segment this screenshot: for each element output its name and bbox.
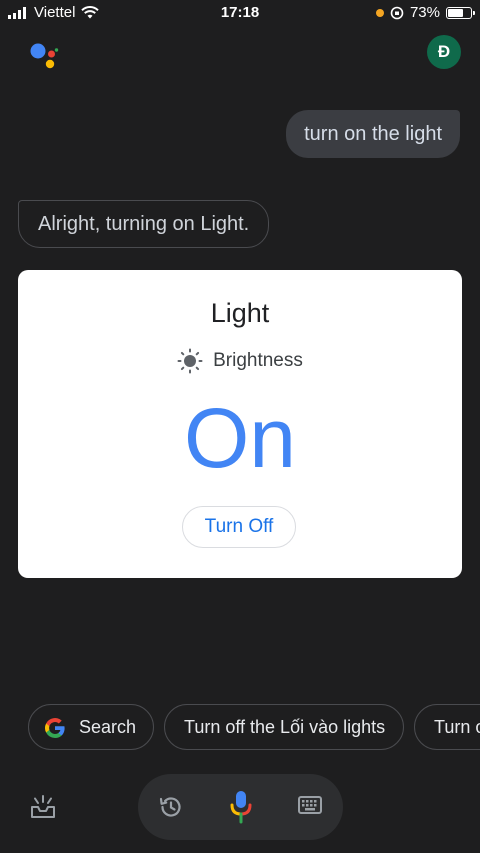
history-icon[interactable]	[158, 794, 184, 820]
keyboard-icon[interactable]	[298, 796, 322, 814]
brightness-sun-icon	[177, 348, 203, 374]
search-chip[interactable]: Search	[28, 704, 154, 750]
google-assistant-logo-icon	[30, 43, 59, 69]
brightness-label: Brightness	[213, 350, 303, 371]
status-bar: Viettel 17:18 73%	[0, 0, 480, 26]
suggestion-chip-label: Turn o	[434, 717, 480, 737]
suggestion-chip-label: Turn off the Lối vào lights	[184, 717, 386, 737]
device-name: Light	[210, 298, 270, 328]
microphone-in-use-indicator	[375, 8, 384, 17]
rotation-lock-icon	[390, 6, 404, 19]
battery-percent: 73%	[409, 4, 440, 21]
turn-off-button[interactable]: Turn Off	[182, 506, 296, 548]
status-right: 73%	[375, 4, 475, 21]
snapshot-inbox-icon[interactable]	[30, 794, 56, 820]
device-control-card: Light Brightness On Turn Off	[18, 270, 462, 578]
assistant-reply-bubble: Alright, turning on Light.	[18, 200, 270, 248]
brightness-row: Brightness	[18, 348, 462, 374]
user-query-bubble[interactable]: turn on the light	[286, 110, 460, 158]
device-state: On	[183, 391, 297, 485]
account-avatar[interactable]: Đ	[427, 35, 461, 69]
suggestion-chip[interactable]: Turn o	[414, 704, 480, 750]
search-chip-label: Search	[79, 717, 137, 737]
google-g-icon	[45, 718, 65, 738]
suggestion-chips: Search Turn off the Lối vào lights Turn …	[28, 704, 480, 752]
assistant-input-bar	[138, 774, 343, 840]
battery-icon	[446, 6, 475, 19]
microphone-icon[interactable]	[229, 789, 253, 825]
suggestion-chip[interactable]: Turn off the Lối vào lights	[164, 704, 404, 750]
battery-fill	[448, 8, 463, 17]
